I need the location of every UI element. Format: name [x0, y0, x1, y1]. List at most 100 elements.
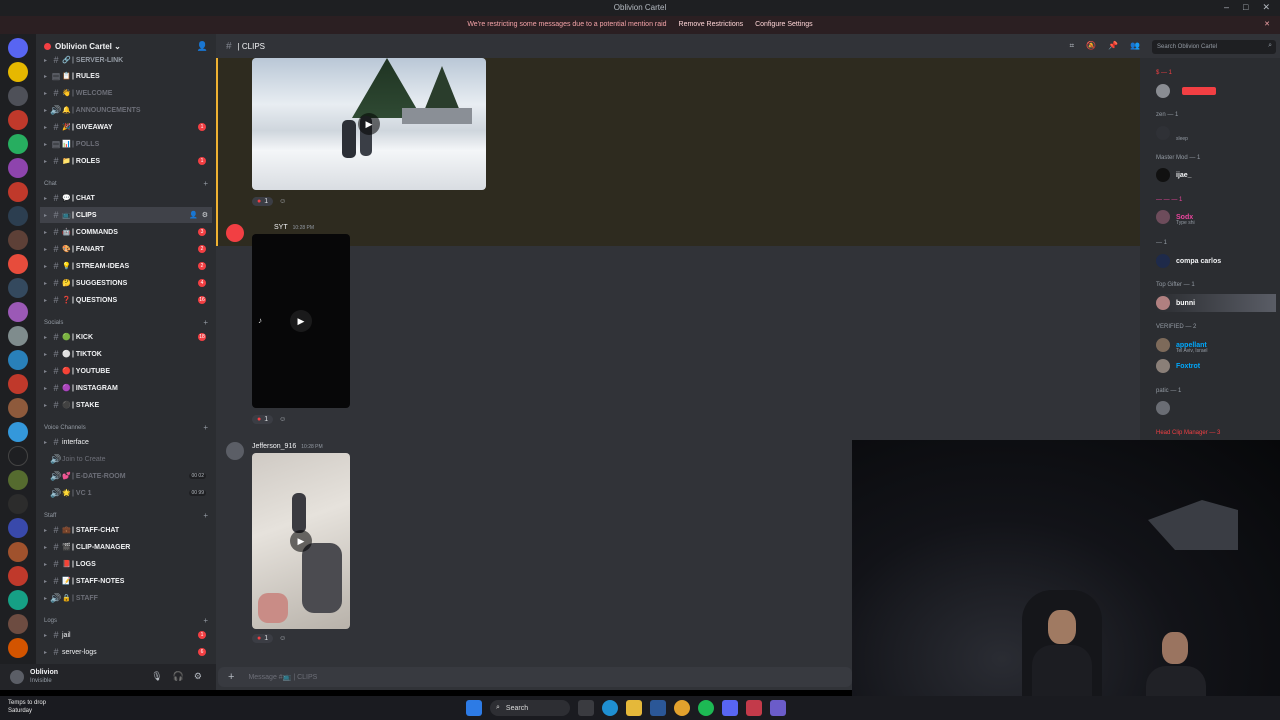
channel-rules[interactable]: ▸ ▤ 📋 | RULES	[40, 68, 212, 84]
server-icon[interactable]	[8, 566, 28, 586]
channel-jail[interactable]: ▸ # jail 1	[40, 627, 212, 643]
add-reaction-icon[interactable]: ☺	[279, 198, 286, 205]
file-explorer-icon[interactable]	[626, 700, 642, 716]
category-logs[interactable]: Logs +	[44, 617, 212, 625]
voice-join-to-create[interactable]: 🔊 Join to Create	[40, 451, 212, 467]
add-reaction-icon[interactable]: ☺	[279, 416, 286, 423]
add-attachment-icon[interactable]: +	[228, 671, 234, 683]
server-icon[interactable]	[8, 590, 28, 610]
add-channel-icon[interactable]: +	[203, 319, 208, 327]
pin-icon[interactable]: 📌	[1108, 41, 1118, 51]
close-icon[interactable]: ✕	[1262, 2, 1270, 13]
channel-announcements[interactable]: ▸ 🔊 🔔 | ANNOUNCEMENTS	[40, 102, 212, 118]
server-icon[interactable]	[8, 398, 28, 418]
server-icon[interactable]	[8, 278, 28, 298]
avatar[interactable]	[10, 670, 24, 684]
store-icon[interactable]	[650, 700, 666, 716]
member-item[interactable]: compa carlos	[1156, 252, 1276, 270]
video-attachment[interactable]: ♪ ▶	[252, 234, 350, 408]
channel-questions[interactable]: ▸ # ❓ | QUESTIONS 16	[40, 292, 212, 308]
play-icon[interactable]: ▶	[290, 530, 312, 552]
minimize-icon[interactable]: –	[1224, 2, 1229, 13]
channel-staff-notes[interactable]: ▸ # 📝 | STAFF-NOTES	[40, 573, 212, 589]
threads-icon[interactable]: ⌗	[1070, 41, 1075, 51]
channel-server-link[interactable]: ▸ # 🔗 | SERVER-LINK	[40, 52, 212, 68]
reaction-heart[interactable]: ● 1	[252, 634, 274, 643]
member-item[interactable]	[1156, 399, 1276, 417]
member-item[interactable]: appellant Tel Aviv, Israel	[1156, 336, 1276, 354]
app-icon[interactable]	[746, 700, 762, 716]
category-socials[interactable]: Socials +	[44, 319, 212, 327]
weather-widget[interactable]: Temps to drop Saturday	[8, 699, 46, 715]
video-attachment[interactable]: ▶	[252, 58, 486, 190]
search-input[interactable]: Search Oblivion Cartel ⌕	[1152, 40, 1276, 54]
chrome-icon[interactable]	[674, 700, 690, 716]
channel-youtube[interactable]: ▸ # 🔴 | YOUTUBE	[40, 363, 212, 379]
channel-giveaway[interactable]: ▸ # 🎉 | GIVEAWAY 1	[40, 119, 212, 135]
voice-e-date-room[interactable]: 🔊 💕 | E-DATE-ROOM 00 02	[40, 468, 212, 484]
channel-commands[interactable]: ▸ # 🤖 | COMMANDS 3	[40, 224, 212, 240]
category-voice[interactable]: Voice Channels +	[44, 424, 212, 432]
server-icon[interactable]	[8, 254, 28, 274]
headphones-icon[interactable]: 🎧	[173, 671, 184, 682]
category-staff[interactable]: Staff +	[44, 512, 212, 520]
play-icon[interactable]: ▶	[358, 113, 380, 135]
settings-gear-icon[interactable]: ⚙	[202, 211, 208, 219]
user-settings-gear-icon[interactable]: ⚙	[194, 671, 202, 682]
invite-icon[interactable]: 👤	[189, 211, 198, 219]
reaction-heart[interactable]: ● 1	[252, 197, 274, 206]
member-item[interactable]: sleep	[1156, 124, 1276, 142]
server-icon[interactable]	[8, 638, 28, 658]
message-author[interactable]: Jefferson_916	[252, 443, 296, 450]
server-icon[interactable]	[8, 350, 28, 370]
server-icon[interactable]	[8, 38, 28, 58]
discord-icon[interactable]	[722, 700, 738, 716]
start-icon[interactable]	[466, 700, 482, 716]
channel-tiktok[interactable]: ▸ # ⚪ | TIKTOK	[40, 346, 212, 362]
message-composer[interactable]: + Message #📺 | CLIPS	[218, 667, 852, 687]
channel-kick[interactable]: ▸ # 🟢 | KICK 18	[40, 329, 212, 345]
member-item[interactable]: Foxtrot	[1156, 357, 1276, 375]
microphone-icon[interactable]: 🎙	[151, 671, 162, 682]
channel-clip-manager[interactable]: ▸ # 🎬 | CLIP-MANAGER	[40, 539, 212, 555]
reaction-heart[interactable]: ● 1	[252, 415, 274, 424]
server-icon[interactable]	[8, 302, 28, 322]
avatar[interactable]	[226, 224, 244, 242]
app-icon[interactable]	[770, 700, 786, 716]
server-icon[interactable]	[8, 206, 28, 226]
taskbar-search[interactable]: ⌕ Search	[490, 700, 570, 716]
channel-staff-chat[interactable]: ▸ # 💼 | STAFF-CHAT	[40, 522, 212, 538]
server-icon[interactable]	[8, 110, 28, 130]
notifications-icon[interactable]: 🔕	[1086, 41, 1096, 51]
channel-instagram[interactable]: ▸ # 🟣 | INSTAGRAM	[40, 380, 212, 396]
server-icon[interactable]	[8, 470, 28, 490]
server-icon[interactable]	[8, 62, 28, 82]
member-item[interactable]: bunni	[1156, 294, 1276, 312]
add-member-icon[interactable]: 👤	[197, 41, 208, 52]
server-icon[interactable]	[8, 230, 28, 250]
member-list-icon[interactable]: 👥	[1130, 41, 1140, 51]
channel-stake[interactable]: ▸ # ⚫ | STAKE	[40, 397, 212, 413]
channel-welcome[interactable]: ▸ # 👋 | WELCOME	[40, 85, 212, 101]
member-item[interactable]	[1156, 82, 1276, 100]
server-icon[interactable]	[8, 422, 28, 442]
channel-roles[interactable]: ▸ # 📁 | ROLES 1	[40, 153, 212, 169]
channel-polls[interactable]: ▸ ▤ 📊 | POLLS	[40, 136, 212, 152]
configure-settings-link[interactable]: Configure Settings	[755, 21, 813, 28]
server-icon[interactable]	[8, 518, 28, 538]
avatar[interactable]	[226, 442, 244, 460]
add-channel-icon[interactable]: +	[203, 512, 208, 520]
server-icon[interactable]	[8, 134, 28, 154]
video-attachment[interactable]: ▶	[252, 453, 350, 629]
add-reaction-icon[interactable]: ☺	[279, 635, 286, 642]
channel-fanart[interactable]: ▸ # 🎨 | FANART 2	[40, 241, 212, 257]
maximize-icon[interactable]: □	[1243, 2, 1248, 13]
channel-staff[interactable]: ▸ 🔊 🔒 | STAFF	[40, 590, 212, 606]
channel-stream-ideas[interactable]: ▸ # 💡 | STREAM-IDEAS 2	[40, 258, 212, 274]
add-channel-icon[interactable]: +	[203, 617, 208, 625]
member-item[interactable]: ijae_	[1156, 166, 1276, 184]
member-item[interactable]: Sodx Type shi	[1156, 208, 1276, 226]
server-icon[interactable]	[8, 86, 28, 106]
remove-restrictions-link[interactable]: Remove Restrictions	[679, 21, 744, 28]
close-notice-icon[interactable]: ✕	[1264, 16, 1270, 34]
